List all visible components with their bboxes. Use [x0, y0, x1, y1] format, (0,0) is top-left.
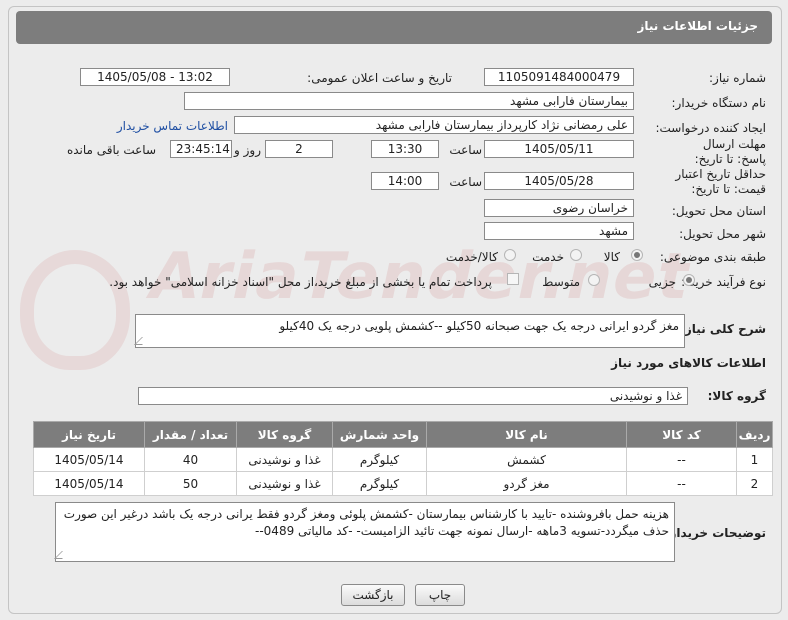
- need-number-field[interactable]: 1105091484000479: [484, 68, 634, 86]
- announce-field[interactable]: 1405/05/08 - 13:02: [80, 68, 230, 86]
- cell-unit: کیلوگرم: [332, 471, 427, 496]
- province-field[interactable]: خراسان رضوی: [484, 199, 634, 217]
- cell-quantity: 50: [144, 471, 237, 496]
- days-count-field[interactable]: 2: [265, 140, 333, 158]
- process-radio-minor[interactable]: [683, 274, 695, 286]
- summary-field[interactable]: مغز گردو ایرانی درجه یک جهت صبحانه 50کیل…: [134, 314, 685, 348]
- items-table-wrap: ردیف کد کالا نام کالا واحد شمارش گروه کا…: [33, 421, 773, 497]
- announce-label: تاریخ و ساعت اعلان عمومی:: [307, 71, 452, 85]
- contact-info-link[interactable]: اطلاعات تماس خریدار: [117, 119, 228, 133]
- page-header: جزئیات اطلاعات نیاز: [16, 11, 772, 44]
- days-word: روز و: [234, 143, 261, 157]
- table-header-row: ردیف کد کالا نام کالا واحد شمارش گروه کا…: [33, 421, 773, 448]
- category-option-goods: کالا: [603, 250, 620, 264]
- col-item-name: نام کالا: [426, 421, 627, 448]
- cell-item-name: مغز گردو: [426, 471, 627, 496]
- back-button[interactable]: بازگشت: [341, 584, 405, 606]
- category-radio-service[interactable]: [570, 249, 582, 261]
- col-item-code: کد کالا: [626, 421, 737, 448]
- cell-quantity: 40: [144, 447, 237, 472]
- table-row[interactable]: 1 -- کشمش کیلوگرم غذا و نوشیدنی 40 1405/…: [33, 447, 773, 472]
- cell-unit: کیلوگرم: [332, 447, 427, 472]
- buyer-field[interactable]: بیمارستان فارابی مشهد: [184, 92, 634, 110]
- process-option-medium: متوسط: [542, 275, 580, 289]
- deadline-time-word: ساعت: [449, 143, 482, 157]
- table-row[interactable]: 2 -- مغز گردو کیلوگرم غذا و نوشیدنی 50 1…: [33, 471, 773, 496]
- col-item-group: گروه کالا: [236, 421, 333, 448]
- cell-row-number: 2: [736, 471, 773, 496]
- category-radio-goods-service[interactable]: [504, 249, 516, 261]
- min-price-time-word: ساعت: [449, 175, 482, 189]
- cell-item-code: --: [626, 471, 737, 496]
- buyer-notes-label: توضیحات خریدار:: [664, 526, 766, 540]
- province-label: استان محل تحویل:: [671, 204, 766, 218]
- creator-label: ایجاد کننده درخواست:: [655, 121, 766, 135]
- cell-item-name: کشمش: [426, 447, 627, 472]
- col-unit: واحد شمارش: [332, 421, 427, 448]
- goods-section-title: اطلاعات کالاهای مورد نیاز: [611, 356, 766, 370]
- cell-item-group: غذا و نوشیدنی: [236, 447, 333, 472]
- col-quantity: تعداد / مقدار: [144, 421, 237, 448]
- category-radio-goods[interactable]: [631, 249, 643, 261]
- summary-text: مغز گردو ایرانی درجه یک جهت صبحانه 50کیل…: [279, 319, 679, 333]
- category-label: طبقه بندی موضوعی:: [659, 250, 766, 264]
- treasury-payment-checkbox[interactable]: [507, 273, 519, 285]
- cell-item-code: --: [626, 447, 737, 472]
- print-button[interactable]: چاپ: [415, 584, 465, 606]
- items-table: ردیف کد کالا نام کالا واحد شمارش گروه کا…: [33, 421, 773, 496]
- cell-need-date: 1405/05/14: [33, 471, 145, 496]
- resize-grip-icon[interactable]: [54, 551, 70, 559]
- buyer-label: نام دستگاه خریدار:: [671, 96, 767, 110]
- process-option-minor: جزیی: [648, 275, 676, 289]
- buyer-notes-field[interactable]: هزینه حمل بافروشنده -تایید با کارشناس بی…: [54, 502, 675, 562]
- resize-grip-icon[interactable]: [134, 337, 150, 345]
- process-radio-medium[interactable]: [588, 274, 600, 286]
- page-title: جزئیات اطلاعات نیاز: [637, 19, 758, 33]
- cell-row-number: 1: [736, 447, 773, 472]
- buyer-notes-text: هزینه حمل بافروشنده -تایید با کارشناس بی…: [63, 507, 669, 538]
- goods-group-field[interactable]: غذا و نوشیدنی: [138, 387, 688, 405]
- min-price-date-field[interactable]: 1405/05/28: [484, 172, 634, 190]
- city-field[interactable]: مشهد: [484, 222, 634, 240]
- deadline-date-field[interactable]: 1405/05/11: [484, 140, 634, 158]
- payment-note: پرداخت تمام یا بخشی از مبلغ خرید،از محل …: [109, 275, 492, 289]
- cell-item-group: غذا و نوشیدنی: [236, 471, 333, 496]
- cell-need-date: 1405/05/14: [33, 447, 145, 472]
- goods-group-label: گروه کالا:: [707, 389, 766, 403]
- min-price-time-field[interactable]: 14:00: [371, 172, 439, 190]
- summary-label: شرح کلی نیاز:: [680, 322, 766, 336]
- creator-field[interactable]: علی رمضانی نژاد کارپرداز بیمارستان فاراب…: [234, 116, 634, 134]
- category-option-service: خدمت: [532, 250, 564, 264]
- remaining-time-field[interactable]: 23:45:14: [170, 140, 232, 158]
- need-number-label: شماره نیاز:: [709, 71, 766, 85]
- category-option-goods-service: کالا/خدمت: [445, 250, 498, 264]
- min-price-label: حداقل تاریخ اعتبار قیمت: تا تاریخ:: [675, 167, 766, 196]
- deadline-time-field[interactable]: 13:30: [371, 140, 439, 158]
- city-label: شهر محل تحویل:: [679, 227, 766, 241]
- col-row-number: ردیف: [736, 421, 773, 448]
- col-need-date: تاریخ نیاز: [33, 421, 145, 448]
- deadline-label: مهلت ارسال پاسخ: تا تاریخ:: [694, 137, 766, 166]
- remaining-word: ساعت باقی مانده: [66, 143, 156, 157]
